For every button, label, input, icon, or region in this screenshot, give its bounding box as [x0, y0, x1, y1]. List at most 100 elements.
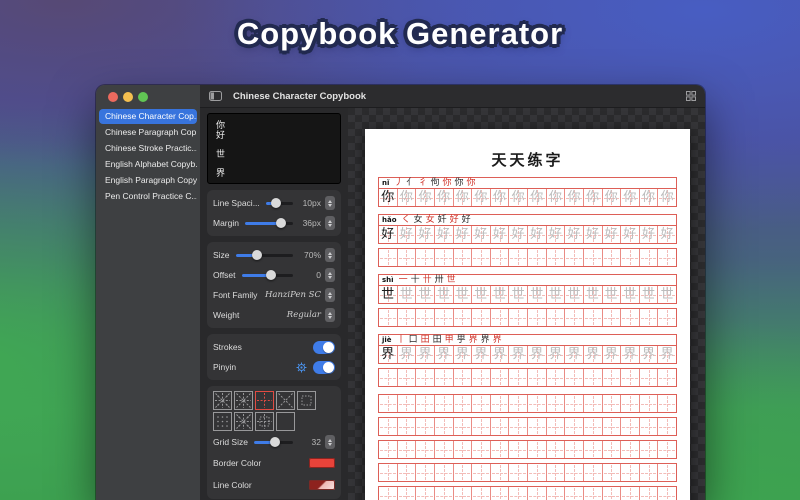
pinyin-label: Pinyin — [213, 362, 237, 372]
practice-row — [378, 463, 677, 482]
grid-cell: 世 — [528, 286, 547, 303]
sidebar-item-0[interactable]: Chinese Character Cop... — [99, 109, 197, 124]
close-button[interactable] — [108, 92, 118, 102]
grid-cell — [491, 441, 510, 458]
grid-cell — [509, 487, 528, 500]
copybook-preview-area[interactable]: 天天练字 nǐ 丿亻彳佝你你你你你你你你你你你你你你你你你你你 hǎo く女女奷好好好… — [348, 108, 705, 500]
grid-cell — [565, 441, 584, 458]
grid-cell — [584, 395, 603, 412]
grid-cell: 界 — [379, 346, 398, 363]
border-color-swatch[interactable] — [309, 458, 335, 468]
trace-character: 世 — [660, 287, 674, 302]
sidebar-item-1[interactable]: Chinese Paragraph Cop... — [99, 125, 197, 140]
grid-cell — [472, 487, 491, 500]
margin-slider[interactable] — [244, 217, 293, 229]
grid-cell — [509, 464, 528, 481]
input-text[interactable]: 你 好 世 界 — [216, 121, 332, 179]
offset-slider[interactable] — [241, 269, 293, 281]
grid-type-blank-grid-icon[interactable] — [276, 412, 295, 431]
sidebar-item-5[interactable]: Pen Control Practice C... — [99, 189, 197, 204]
trace-character: 世 — [437, 287, 451, 302]
grid-cell — [416, 309, 435, 326]
grid-type-mi-grid-icon[interactable] — [234, 391, 253, 410]
grid-type-cross-grid-icon[interactable] — [255, 391, 274, 410]
grid-type-inner-dotted-grid-icon[interactable] — [297, 391, 316, 410]
font-family-dropdown[interactable] — [325, 288, 335, 302]
grid-cell — [454, 418, 473, 435]
pinyin-settings-icon[interactable] — [296, 362, 307, 373]
grid-cell — [565, 487, 584, 500]
grid-cell: 世 — [472, 286, 491, 303]
trace-character: 界 — [660, 347, 674, 362]
strokes-toggle[interactable] — [313, 340, 335, 354]
grid-cell: 界 — [528, 346, 547, 363]
pinyin-toggle[interactable] — [313, 360, 335, 374]
grid-cell — [603, 309, 622, 326]
line-spacing-stepper[interactable] — [325, 196, 335, 210]
trace-character: 界 — [437, 347, 451, 362]
grid-cell — [509, 249, 528, 266]
line-color-swatch[interactable] — [309, 480, 335, 490]
grid-cell: 好 — [547, 226, 566, 243]
stroke-step: 奷 — [437, 214, 447, 225]
grid-cell — [584, 441, 603, 458]
grid-cell — [398, 418, 417, 435]
grid-cell — [621, 369, 640, 386]
grid-cell — [584, 418, 603, 435]
stroke-step: 丨 — [396, 334, 406, 345]
grid-cell — [584, 309, 603, 326]
sidebar-item-2[interactable]: Chinese Stroke Practic... — [99, 141, 197, 156]
grid-cell — [379, 487, 398, 500]
grid-cell: 世 — [584, 286, 603, 303]
grid-type-nine-dot-grid-icon[interactable] — [213, 412, 232, 431]
trace-character: 好 — [642, 227, 656, 242]
grid-cell: 好 — [528, 226, 547, 243]
grid-size-slider[interactable] — [253, 436, 293, 448]
weight-label: Weight — [213, 310, 240, 320]
window-titlebar: Chinese Character Copybook — [200, 85, 705, 108]
grid-type-mi-grid-dotted-icon[interactable] — [234, 412, 253, 431]
grid-cell: 好 — [658, 226, 676, 243]
trace-character: 你 — [548, 190, 562, 205]
grid-cell — [454, 369, 473, 386]
practice-row — [378, 394, 677, 413]
grid-cell — [416, 249, 435, 266]
offset-stepper[interactable] — [325, 268, 335, 282]
sidebar-toggle-icon[interactable] — [209, 91, 222, 101]
grid-cell: 你 — [509, 189, 528, 206]
grid-size-stepper[interactable] — [325, 435, 335, 449]
window-title: Chinese Character Copybook — [233, 90, 367, 102]
zoom-button[interactable] — [138, 92, 148, 102]
trace-character: 你 — [604, 190, 618, 205]
minimize-button[interactable] — [123, 92, 133, 102]
grid-cell — [603, 369, 622, 386]
grid-size-label: Grid Size — [213, 437, 248, 447]
grid-cell: 世 — [640, 286, 659, 303]
grid-type-x-grid-icon[interactable] — [276, 391, 295, 410]
margin-stepper[interactable] — [325, 216, 335, 230]
trace-character: 世 — [455, 287, 469, 302]
grid-cell — [584, 464, 603, 481]
grid-size-row: Grid Size 32 — [213, 432, 335, 452]
grid-cell — [454, 441, 473, 458]
grid-cell — [565, 249, 584, 266]
line-color-row: Line Color — [213, 474, 335, 496]
size-stepper[interactable] — [325, 248, 335, 262]
weight-dropdown[interactable] — [325, 308, 335, 322]
text-input-box[interactable]: 你 好 世 界 — [207, 113, 341, 184]
grid-apps-icon[interactable] — [686, 91, 696, 101]
trace-character: 好 — [530, 227, 544, 242]
sidebar-item-4[interactable]: English Paragraph Copy... — [99, 173, 197, 188]
grid-type-mi-grid-with-dots-icon[interactable] — [213, 391, 232, 410]
size-slider[interactable] — [235, 249, 293, 261]
trace-character: 你 — [418, 190, 432, 205]
grid-cell — [398, 487, 417, 500]
trace-character: 好 — [418, 227, 432, 242]
practice-row — [378, 368, 677, 387]
sidebar-item-3[interactable]: English Alphabet Copyb... — [99, 157, 197, 172]
font-family-row: Font Family HanziPen SC — [213, 285, 335, 305]
grid-type-tian-grid-dotted-icon[interactable] — [255, 412, 274, 431]
grid-cell: 好 — [640, 226, 659, 243]
trace-character: 世 — [530, 287, 544, 302]
line-spacing-slider[interactable] — [265, 197, 293, 209]
